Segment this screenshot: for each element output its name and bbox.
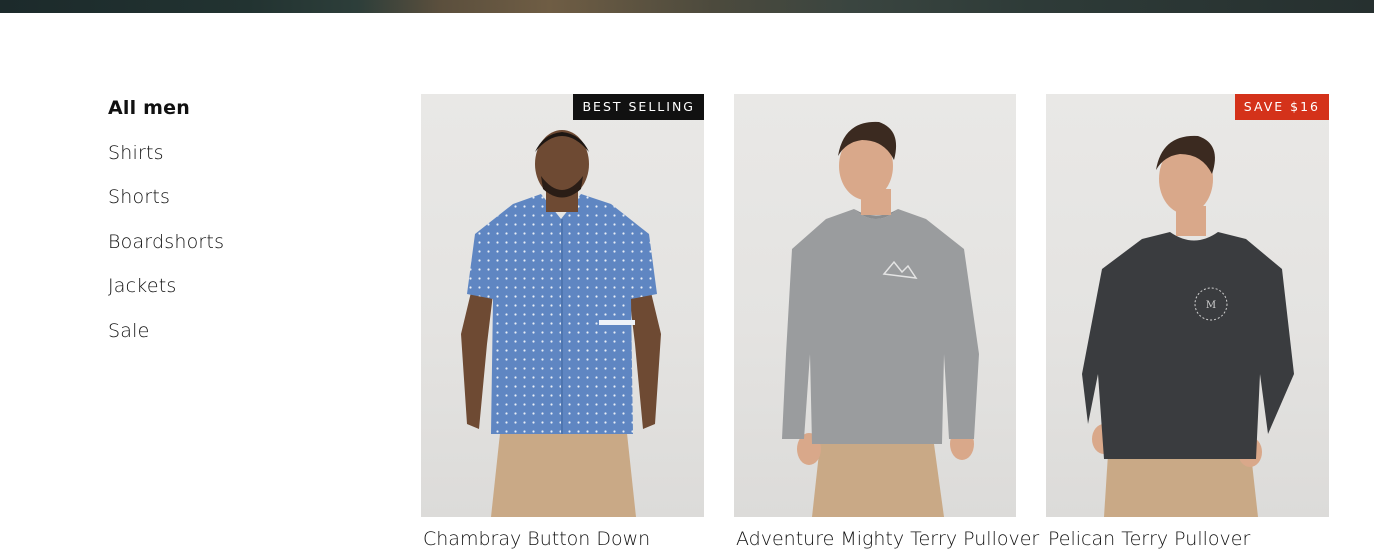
man-blue-dotted-shirt-icon — [461, 130, 661, 517]
svg-text:M: M — [1206, 300, 1216, 311]
save-badge: SAVE $16 — [1234, 94, 1329, 120]
sidebar-item-sale[interactable]: Sale — [108, 319, 348, 343]
product-title[interactable]: Chambray Button Down — [423, 527, 706, 551]
sidebar-item-shirts[interactable]: Shirts — [108, 141, 348, 165]
product-card[interactable]: M SAVE $16 Pelican Terry Pullover — [1046, 94, 1329, 550]
product-title[interactable]: Pelican Terry Pullover — [1048, 527, 1331, 551]
product-image[interactable]: M SAVE $16 — [1046, 94, 1329, 517]
sidebar-item-boardshorts[interactable]: Boardshorts — [108, 230, 348, 254]
man-grey-sweatshirt-icon — [782, 121, 979, 517]
hero-banner-strip — [0, 0, 1374, 13]
best-selling-badge: BEST SELLING — [573, 94, 704, 120]
sidebar-item-all-men[interactable]: All men — [108, 96, 348, 120]
product-card[interactable]: Adventure Mighty Terry Pullover — [734, 94, 1039, 550]
product-image[interactable] — [734, 94, 1016, 517]
product-title[interactable]: Adventure Mighty Terry Pullover — [736, 527, 1039, 551]
product-card[interactable]: BEST SELLING Chambray Button Down — [421, 94, 704, 550]
category-sidebar: All men Shirts Shorts Boardshorts Jacket… — [108, 96, 348, 363]
product-image[interactable]: BEST SELLING — [421, 94, 704, 517]
man-charcoal-sweatshirt-icon: M — [1082, 135, 1294, 517]
sidebar-item-shorts[interactable]: Shorts — [108, 185, 348, 209]
sidebar-item-jackets[interactable]: Jackets — [108, 274, 348, 298]
